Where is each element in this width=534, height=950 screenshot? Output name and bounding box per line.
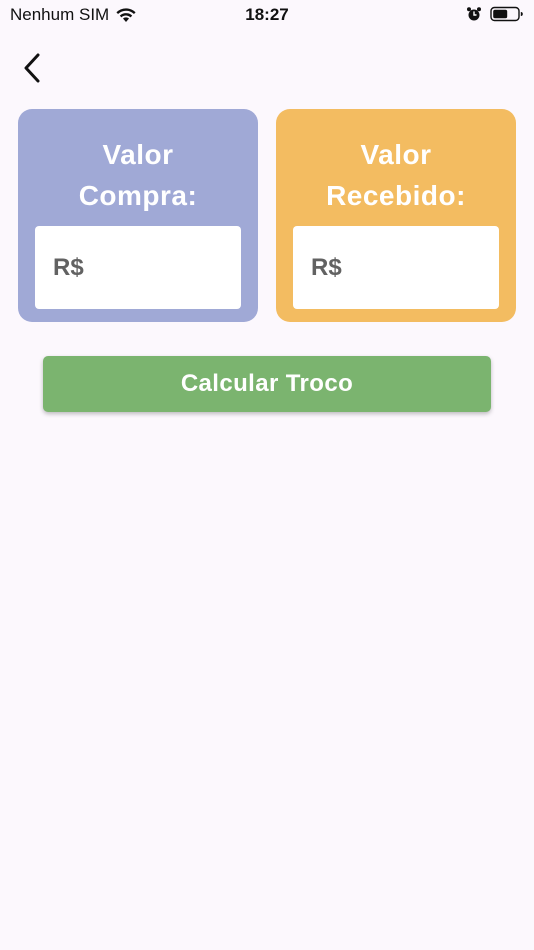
valor-recebido-title-line2: Recebido: [326,180,466,211]
valor-recebido-title-line1: Valor [360,139,432,170]
calcular-troco-button[interactable]: Calcular Troco [43,356,491,412]
valor-compra-title-line2: Compra: [78,180,198,211]
battery-icon [490,6,523,22]
valor-compra-title: Valor Compra: [18,134,258,216]
back-button[interactable] [14,50,50,86]
chevron-left-icon [24,53,40,83]
status-time: 18:27 [245,5,289,24]
valor-recebido-card: Valor Recebido: [276,109,516,322]
valor-compra-input[interactable] [35,226,241,309]
valor-compra-title-line1: Valor [102,139,174,170]
valor-recebido-title: Valor Recebido: [276,134,516,216]
status-icons [466,6,524,22]
valor-recebido-input[interactable] [293,226,499,309]
valor-compra-card: Valor Compra: [18,109,258,322]
alarm-icon [467,7,481,21]
status-bar: Nenhum SIM 18:27 [0,0,534,30]
